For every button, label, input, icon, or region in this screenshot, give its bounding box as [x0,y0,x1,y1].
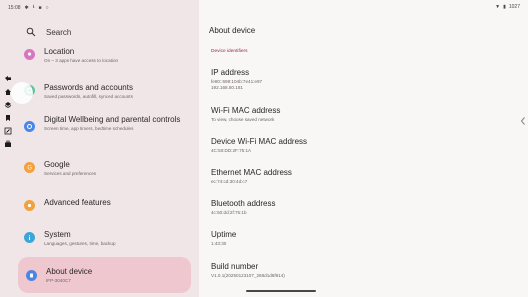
nav-item-title: Location [44,47,75,56]
detail-row-value: V1.0.1(20250123107_268d1d6f914) [211,273,285,278]
detail-row-value: ec:74:cd:30:4d:c7 [211,179,248,184]
detail-row-build-number[interactable]: Build number V1.0.1(20250123107_268d1d6f… [211,262,491,279]
nav-item-subtitle: Services and preferences [44,171,97,176]
nav-item-title: About device [46,266,93,276]
square-status-icon: ■ [38,5,42,11]
detail-row-value: To view, choose saved network [211,117,275,122]
nav-item-system[interactable]: System Languages, gestures, time, backup [24,230,190,247]
nav-item-title: System [44,230,71,239]
edit-icon[interactable] [3,126,13,135]
search-icon [26,27,36,37]
nav-item-subtitle: IFP-3040C7 [46,277,71,283]
home-icon[interactable] [3,87,13,96]
download-status-icon: ⭳ [32,4,35,10]
detail-row-title: Build number [211,262,259,271]
nav-item-title: Google [44,160,70,169]
nav-item-title: Digital Wellbeing and parental controls [44,115,181,124]
nav-item-google[interactable]: G Google Services and preferences [24,160,190,177]
status-time: 15:08 [8,5,21,11]
status-bar: 15:08 ✱ ⭳ ■ ○ ▼ ▮ 1027 [0,0,528,16]
wellbeing-icon [24,121,35,132]
detail-row-title: Device Wi-Fi MAC address [211,137,308,146]
detail-row-wifi-mac-address[interactable]: Wi-Fi MAC address To view, choose saved … [211,106,491,123]
wifi-icon: ▼ [495,4,501,10]
detail-row-title: Bluetooth address [211,199,276,208]
detail-row-value: 1:43:30 [211,241,227,246]
search-label: Search [46,27,72,37]
chevron-left-icon[interactable] [520,113,526,125]
device-icon [26,269,37,281]
location-icon [24,49,35,60]
advanced-features-icon [24,200,35,211]
detail-row-title: IP address [211,68,250,77]
toolbox-icon[interactable] [3,139,13,148]
settings-status-icon: ✱ [24,5,29,11]
nav-item-location[interactable]: Location On – 3 apps have access to loca… [24,47,190,64]
battery-icon: ▮ [503,4,506,10]
nav-item-digital-wellbeing[interactable]: Digital Wellbeing and parental controls … [24,115,190,132]
detail-row-value: fe80::699:104b:7e41:e97 192.168.50.181 [211,79,263,90]
detail-row-device-wifi-mac-address[interactable]: Device Wi-Fi MAC address 4C:50:DD:2F:75:… [211,137,491,154]
nav-item-title: Advanced features [44,198,111,207]
info-icon [24,232,35,243]
nav-item-subtitle: Screen time, app timers, bedtime schedul… [44,126,134,131]
detail-row-value: 4C:50:DD:2F:75:1A [211,148,252,153]
detail-row-ethernet-mac-address[interactable]: Ethernet MAC address ec:74:cd:30:4d:c7 [211,168,491,185]
search-bar[interactable]: Search [26,21,184,43]
bookmark-icon[interactable] [3,113,13,122]
nav-item-subtitle: Saved passwords, autofill, synced accoun… [44,94,133,99]
layers-icon[interactable] [3,100,13,109]
detail-row-title: Uptime [211,230,237,239]
page-title: About device [209,26,256,35]
detail-row-title: Wi-Fi MAC address [211,106,281,115]
home-indicator[interactable] [246,290,316,292]
settings-nav-pane [0,0,199,297]
back-icon[interactable] [3,74,13,83]
nav-item-advanced-features[interactable]: Advanced features [24,198,190,211]
detail-row-uptime[interactable]: Uptime 1:43:30 [211,230,491,247]
section-header-device-identifiers: Device identifiers [211,49,248,54]
floating-side-toolbar [0,74,16,164]
nav-item-passwords[interactable]: Passwords and accounts Saved passwords, … [24,83,190,100]
nav-item-subtitle: On – 3 apps have access to location [44,58,119,63]
nav-item-title: Passwords and accounts [44,83,133,92]
battery-level: 1027 [508,4,520,10]
nav-item-about-device[interactable]: About device IFP-3040C7 [18,257,191,293]
circle-status-icon: ○ [45,5,49,11]
nav-item-subtitle: Languages, gestures, time, backup [44,241,116,246]
detail-row-bluetooth-address[interactable]: Bluetooth address 4c:50:dd:2f:75:1b [211,199,491,216]
google-icon: G [24,162,35,173]
detail-row-title: Ethernet MAC address [211,168,292,177]
detail-row-ip-address[interactable]: IP address fe80::699:104b:7e41:e97 192.1… [211,68,491,91]
svg-text:G: G [27,166,32,171]
detail-row-value: 4c:50:dd:2f:75:1b [211,210,247,215]
